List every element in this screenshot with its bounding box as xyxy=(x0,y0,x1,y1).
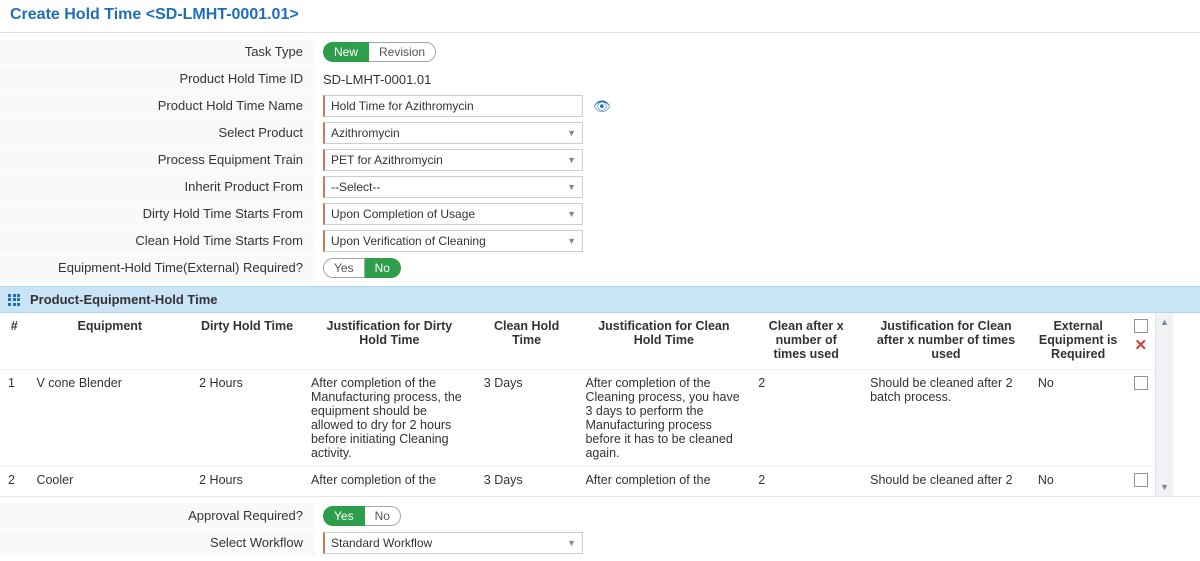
input-hold-time-name[interactable] xyxy=(323,95,583,117)
hold-time-table: # Equipment Dirty Hold Time Justificatio… xyxy=(0,313,1155,496)
scroll-down-icon[interactable]: ▼ xyxy=(1160,482,1169,492)
select-cht-starts[interactable]: Upon Verification of Cleaning ▼ xyxy=(323,230,583,252)
label-hold-time-id: Product Hold Time ID xyxy=(0,66,315,92)
cell-check xyxy=(1126,369,1155,466)
select-workflow-value: Standard Workflow xyxy=(331,536,432,550)
label-task-type: Task Type xyxy=(0,39,315,65)
label-inherit-from: Inherit Product From xyxy=(0,174,315,200)
chevron-down-icon: ▼ xyxy=(567,538,576,548)
task-type-revision[interactable]: Revision xyxy=(369,42,436,62)
table-wrap: # Equipment Dirty Hold Time Justificatio… xyxy=(0,313,1200,497)
task-type-toggle[interactable]: New Revision xyxy=(323,42,436,62)
scroll-up-icon[interactable]: ▲ xyxy=(1160,317,1169,327)
page-title: Create Hold Time <SD-LMHT-0001.01> xyxy=(0,0,1200,33)
value-hold-time-id: SD-LMHT-0001.01 xyxy=(323,72,431,87)
cell-equipment: Cooler xyxy=(28,466,191,496)
cell-jcax: Should be cleaned after 2 xyxy=(862,466,1030,496)
select-pet-value: PET for Azithromycin xyxy=(331,153,443,167)
col-jdht: Justification for Dirty Hold Time xyxy=(303,313,476,369)
table-row: 1 V cone Blender 2 Hours After completio… xyxy=(0,369,1155,466)
label-approval-required: Approval Required? xyxy=(0,503,315,529)
cell-dht: 2 Hours xyxy=(191,466,303,496)
table-row: 2 Cooler 2 Hours After completion of the… xyxy=(0,466,1155,496)
label-select-workflow: Select Workflow xyxy=(0,530,315,556)
chevron-down-icon: ▼ xyxy=(567,236,576,246)
select-inherit-from-value: --Select-- xyxy=(331,180,380,194)
cell-check xyxy=(1126,466,1155,496)
col-ext: External Equipment is Required xyxy=(1030,313,1127,369)
label-pet: Process Equipment Train xyxy=(0,147,315,173)
chevron-down-icon: ▼ xyxy=(567,128,576,138)
eye-icon[interactable]: 👁 xyxy=(593,98,611,115)
row-checkbox[interactable] xyxy=(1134,473,1148,487)
select-product[interactable]: Azithromycin ▼ xyxy=(323,122,583,144)
approval-required-toggle[interactable]: Yes No xyxy=(323,506,401,526)
col-equipment: Equipment xyxy=(28,313,191,369)
select-inherit-from[interactable]: --Select-- ▼ xyxy=(323,176,583,198)
select-dht-starts[interactable]: Upon Completion of Usage ▼ xyxy=(323,203,583,225)
col-dht: Dirty Hold Time xyxy=(191,313,303,369)
label-hold-time-name: Product Hold Time Name xyxy=(0,93,315,119)
scrollbar[interactable]: ▲ ▼ xyxy=(1155,313,1173,496)
cell-num: 1 xyxy=(0,369,28,466)
cell-ext: No xyxy=(1030,466,1127,496)
table-header-row: # Equipment Dirty Hold Time Justificatio… xyxy=(0,313,1155,369)
cell-num: 2 xyxy=(0,466,28,496)
cell-jdht: After completion of the Manufacturing pr… xyxy=(303,369,476,466)
checkbox-select-all[interactable] xyxy=(1134,319,1148,333)
approval-required-yes[interactable]: Yes xyxy=(323,506,365,526)
row-checkbox[interactable] xyxy=(1134,376,1148,390)
cell-cax: 2 xyxy=(750,466,862,496)
select-dht-starts-value: Upon Completion of Usage xyxy=(331,207,475,221)
cell-ext: No xyxy=(1030,369,1127,466)
col-jcax: Justification for Clean after x number o… xyxy=(862,313,1030,369)
grid-icon xyxy=(8,294,20,306)
form-area: Task Type New Revision Product Hold Time… xyxy=(0,33,1200,286)
label-cht-starts: Clean Hold Time Starts From xyxy=(0,228,315,254)
label-ext-required: Equipment-Hold Time(External) Required? xyxy=(0,255,315,281)
col-jcht: Justification for Clean Hold Time xyxy=(577,313,750,369)
section-title: Product-Equipment-Hold Time xyxy=(30,292,218,307)
chevron-down-icon: ▼ xyxy=(567,209,576,219)
label-select-product: Select Product xyxy=(0,120,315,146)
cell-equipment: V cone Blender xyxy=(28,369,191,466)
col-cax: Clean after x number of times used xyxy=(750,313,862,369)
ext-required-no[interactable]: No xyxy=(365,258,401,278)
cell-jcht: After completion of the Cleaning process… xyxy=(577,369,750,466)
delete-selected-icon[interactable]: ✕ xyxy=(1134,337,1147,354)
col-cht: Clean Hold Time xyxy=(476,313,578,369)
cell-jdht: After completion of the xyxy=(303,466,476,496)
cell-dht: 2 Hours xyxy=(191,369,303,466)
chevron-down-icon: ▼ xyxy=(567,155,576,165)
cell-cht: 3 Days xyxy=(476,369,578,466)
task-type-new[interactable]: New xyxy=(323,42,369,62)
col-select-all: ✕ xyxy=(1126,313,1155,369)
ext-required-toggle[interactable]: Yes No xyxy=(323,258,401,278)
ext-required-yes[interactable]: Yes xyxy=(323,258,365,278)
select-product-value: Azithromycin xyxy=(331,126,400,140)
col-num: # xyxy=(0,313,28,369)
cell-cht: 3 Days xyxy=(476,466,578,496)
cell-cax: 2 xyxy=(750,369,862,466)
chevron-down-icon: ▼ xyxy=(567,182,576,192)
label-dht-starts: Dirty Hold Time Starts From xyxy=(0,201,315,227)
approval-required-no[interactable]: No xyxy=(365,506,401,526)
cell-jcht: After completion of the xyxy=(577,466,750,496)
select-cht-starts-value: Upon Verification of Cleaning xyxy=(331,234,486,248)
select-workflow[interactable]: Standard Workflow ▼ xyxy=(323,532,583,554)
section-header: Product-Equipment-Hold Time xyxy=(0,286,1200,313)
cell-jcax: Should be cleaned after 2 batch process. xyxy=(862,369,1030,466)
form-area-bottom: Approval Required? Yes No Select Workflo… xyxy=(0,497,1200,561)
select-pet[interactable]: PET for Azithromycin ▼ xyxy=(323,149,583,171)
